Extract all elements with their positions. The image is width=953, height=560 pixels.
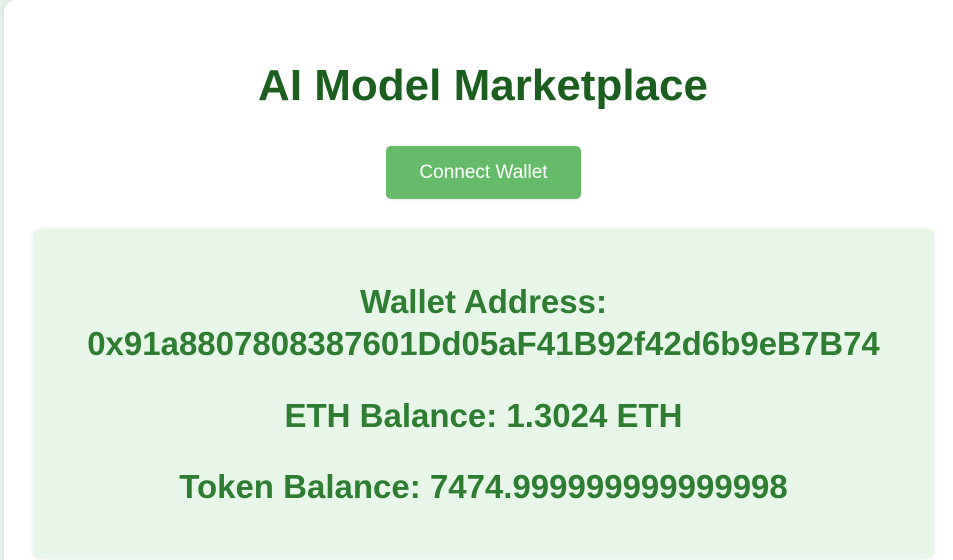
eth-balance-value: 1.3024 ETH — [506, 397, 683, 434]
eth-balance-label: ETH Balance: — [284, 397, 498, 434]
eth-balance-line: ETH Balance: 1.3024 ETH — [33, 395, 934, 437]
page-title: AI Model Marketplace — [258, 61, 708, 110]
wallet-info-card: Wallet Address: 0x91a8807808387601Dd05aF… — [33, 229, 934, 559]
connect-wallet-button[interactable]: Connect Wallet — [386, 146, 581, 199]
eth-balance-block: ETH Balance: 1.3024 ETH — [33, 395, 934, 437]
wallet-address-value: 0x91a8807808387601Dd05aF41B92f42d6b9eB7B… — [87, 325, 880, 362]
page-container: AI Model Marketplace Connect Wallet Wall… — [4, 0, 953, 560]
wallet-address-block: Wallet Address: 0x91a8807808387601Dd05aF… — [33, 281, 934, 365]
token-balance-value: 7474.999999999999998 — [429, 468, 788, 505]
token-balance-label: Token Balance: — [179, 468, 421, 505]
token-balance-block: Token Balance: 7474.999999999999998 — [33, 466, 934, 508]
token-balance-line: Token Balance: 7474.999999999999998 — [33, 466, 934, 508]
wallet-address-label: Wallet Address: — [360, 283, 607, 320]
